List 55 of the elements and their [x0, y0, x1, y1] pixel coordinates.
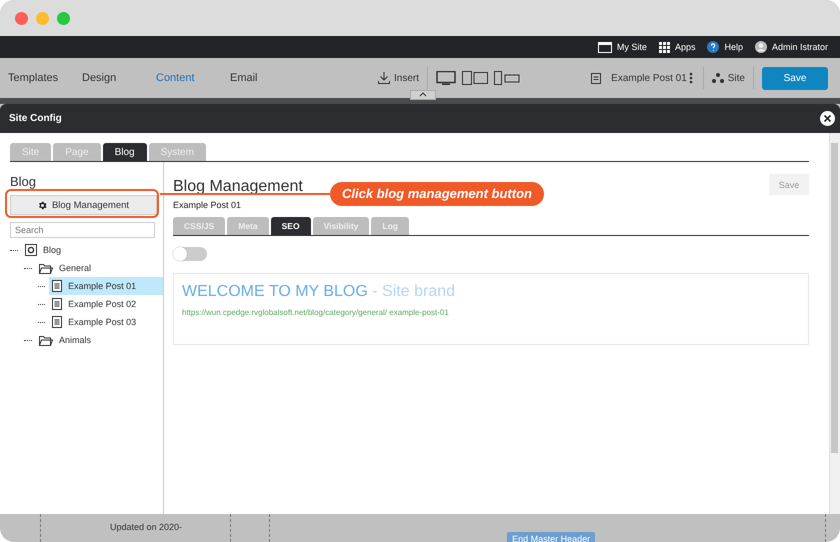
- save-button[interactable]: Save: [762, 66, 828, 90]
- nav-tab[interactable]: Email: [222, 72, 296, 84]
- close-button[interactable]: [820, 111, 835, 126]
- top-link[interactable]: My Site: [598, 42, 647, 52]
- download-icon: [378, 72, 390, 84]
- tablet-icon: [462, 71, 488, 85]
- modal-title: Site Config: [9, 113, 62, 124]
- document-icon: [591, 72, 602, 84]
- nodes-icon: [712, 73, 724, 83]
- collapse-tab[interactable]: [410, 90, 436, 100]
- folder-icon: [39, 334, 53, 346]
- chevron-up-icon: [419, 91, 427, 97]
- tree-item[interactable]: General: [36, 259, 134, 277]
- document-icon: [52, 298, 62, 310]
- gear-icon: [38, 200, 47, 210]
- nav-tab[interactable]: Templates: [0, 72, 74, 84]
- document-icon: [52, 316, 62, 328]
- updated-text: Updated on 2020-: [110, 522, 182, 532]
- tree-item[interactable]: Example Post 03: [49, 313, 163, 331]
- seo-url: https://wun.cpedge.rvglobalsoft.net/blog/category/general/ example-post-01: [182, 308, 450, 317]
- nav-tab[interactable]: Design: [74, 72, 148, 84]
- panel-title: Blog Management: [173, 177, 303, 196]
- close-icon: [824, 115, 831, 122]
- tab[interactable]: SEO: [270, 217, 311, 235]
- blog-management-button[interactable]: Blog Management: [10, 195, 157, 215]
- toggle-switch[interactable]: [173, 247, 207, 261]
- tree-item[interactable]: Example Post 01: [49, 277, 163, 295]
- search-field[interactable]: Search: [10, 222, 155, 238]
- tab[interactable]: Blog: [102, 143, 147, 161]
- page-selector[interactable]: Example Post 01: [591, 72, 687, 84]
- browser-window-icon: [598, 42, 612, 52]
- tree-item[interactable]: Blog: [22, 241, 120, 259]
- post-title: Example Post 01: [173, 200, 242, 211]
- desktop-icon: [436, 71, 456, 85]
- grid-icon: [658, 42, 670, 52]
- help-icon: [707, 41, 720, 53]
- tree-item[interactable]: Example Post 02: [49, 295, 163, 313]
- site-button[interactable]: Site: [712, 72, 745, 84]
- close-window-icon[interactable]: [15, 12, 28, 24]
- top-link[interactable]: Apps: [658, 42, 696, 52]
- document-icon: [52, 280, 62, 292]
- more-icon: [686, 72, 695, 84]
- top-link[interactable]: Help: [707, 41, 743, 53]
- scrollbar[interactable]: [829, 133, 840, 514]
- maximize-window-icon[interactable]: [57, 12, 70, 24]
- phone-icon: [494, 71, 520, 85]
- folder-icon: [39, 262, 53, 274]
- section-label: End Master Header: [507, 532, 596, 542]
- tree-item[interactable]: Animals: [36, 331, 134, 349]
- sidebar-heading: Blog: [10, 174, 38, 189]
- top-link[interactable]: Admin Istrator: [754, 41, 828, 53]
- avatar-icon: [754, 41, 767, 53]
- seo-title: WELCOME TO MY BLOG - Site brand: [182, 283, 456, 301]
- minimize-window-icon[interactable]: [36, 12, 49, 24]
- insert-button[interactable]: Insert: [378, 72, 420, 84]
